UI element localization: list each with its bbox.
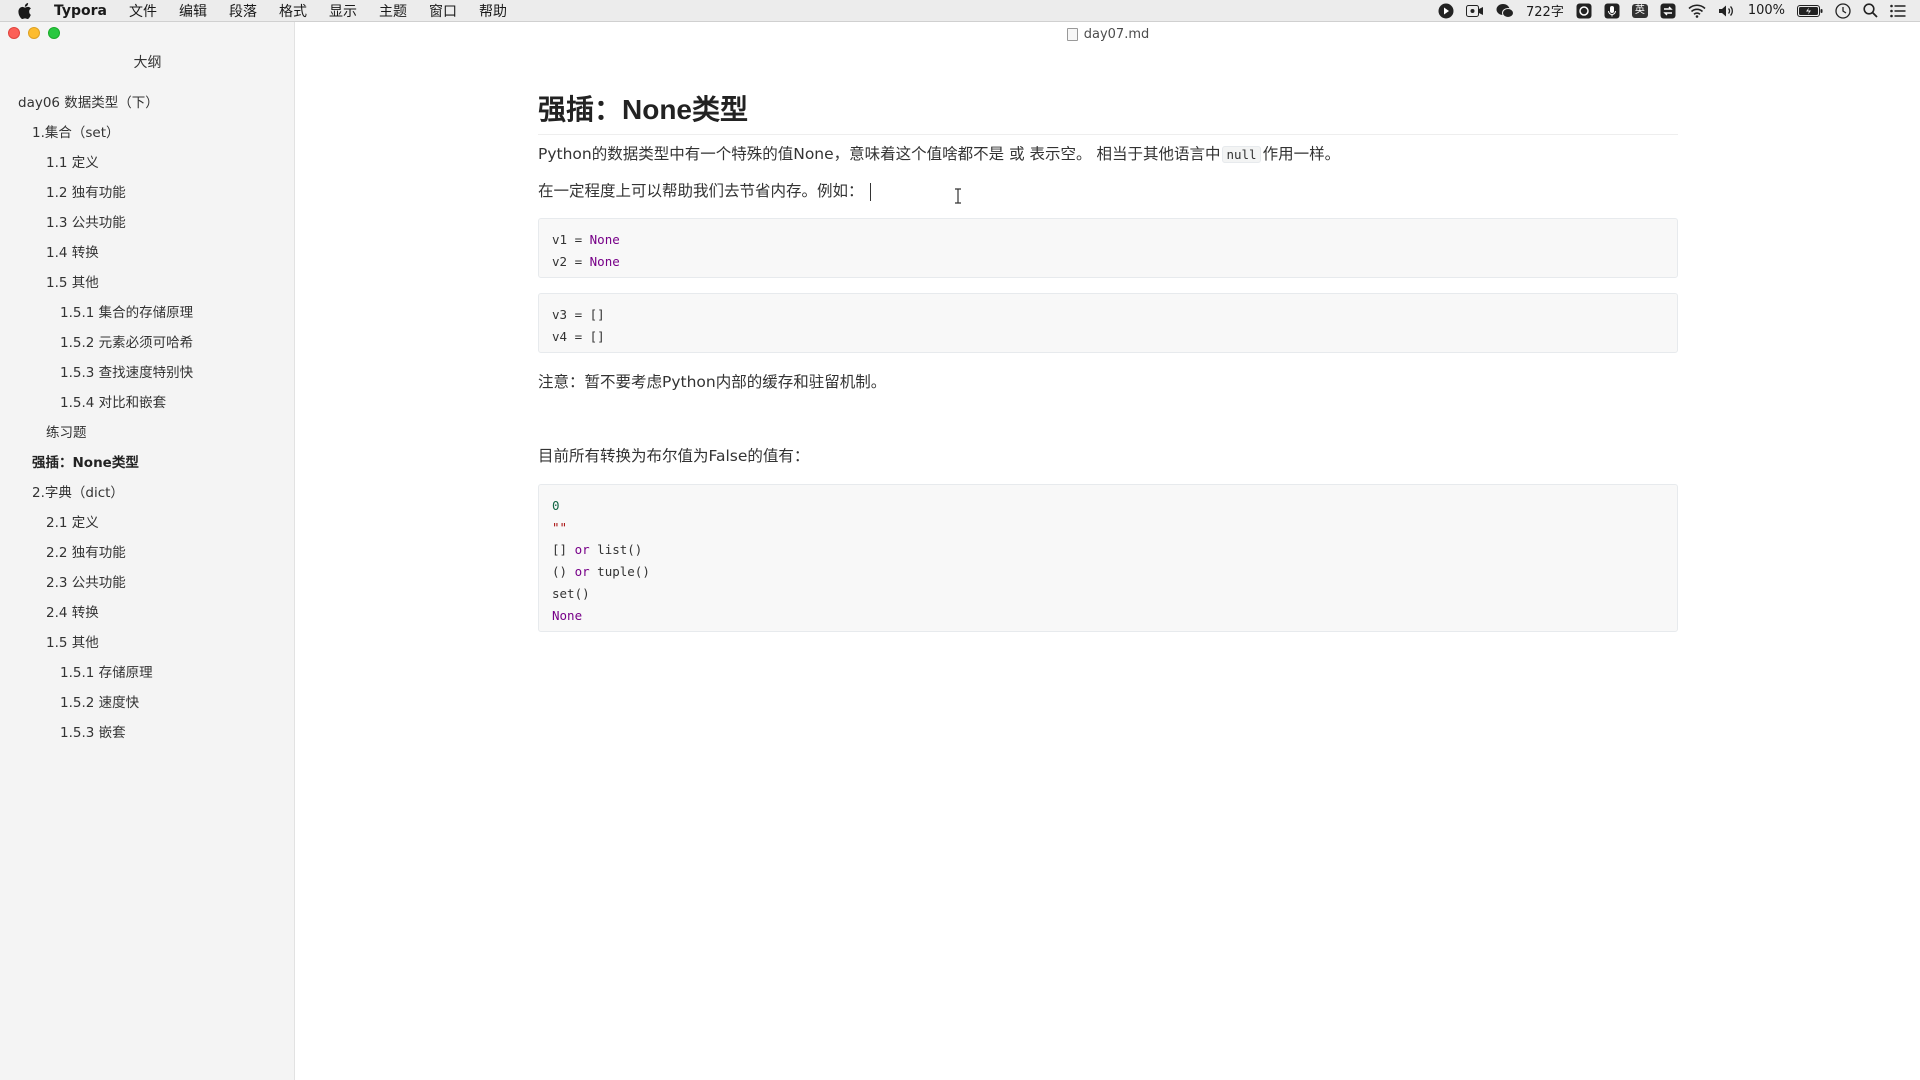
outline-sidebar: 大纲 day06 数据类型（下） 1.集合（set） 1.1 定义 1.2 独有… [0, 22, 295, 1080]
outline-item[interactable]: 1.5 其他 [0, 268, 295, 298]
menu-help[interactable]: 帮助 [479, 1, 507, 21]
close-window-button[interactable] [8, 27, 20, 39]
screen-record-icon[interactable] [1466, 4, 1484, 18]
outline-item[interactable]: 2.3 公共功能 [0, 568, 295, 598]
paragraph-text: 作用一样。 [1262, 145, 1341, 163]
document-icon [1066, 27, 1078, 41]
window-title: day07.md [1083, 26, 1150, 42]
menu-window[interactable]: 窗口 [429, 1, 457, 21]
paragraph-text: 在一定程度上可以帮助我们去节省内存。例如： [538, 182, 864, 200]
menu-format[interactable]: 格式 [279, 1, 307, 21]
code-text: v1 = [552, 232, 590, 247]
paragraph-text: Python的数据类型中有一个特殊的值None，意味着这个值啥都不是 或 表示空… [538, 145, 1221, 163]
microphone-icon[interactable] [1604, 3, 1620, 19]
outline-title: 大纲 [133, 55, 162, 71]
menu-paragraph[interactable]: 段落 [229, 1, 257, 21]
inline-code-null: null [1222, 146, 1261, 163]
wifi-icon[interactable] [1688, 4, 1706, 18]
outline-item[interactable]: 2.4 转换 [0, 598, 295, 628]
outline-item[interactable]: 1.5.4 对比和嵌套 [0, 388, 295, 418]
code-line: v4 = [] [552, 329, 605, 344]
menu-theme[interactable]: 主题 [379, 1, 407, 21]
code-keyword: None [589, 232, 620, 247]
outline-item[interactable]: 2.2 独有功能 [0, 538, 295, 568]
code-line: v3 = [] [552, 307, 605, 322]
window-controls [8, 27, 68, 39]
code-block-1[interactable]: v1 = None v2 = None [538, 218, 1678, 278]
notification-center-icon[interactable] [1890, 4, 1906, 18]
code-text: () [552, 564, 575, 579]
outline-item[interactable]: 1.集合（set） [0, 118, 295, 148]
minimize-window-button[interactable] [28, 27, 40, 39]
play-icon[interactable] [1438, 3, 1454, 19]
outline-item[interactable]: 1.5.1 集合的存储原理 [0, 298, 295, 328]
outline-item[interactable]: 1.2 独有功能 [0, 178, 295, 208]
spotlight-search-icon[interactable] [1863, 3, 1878, 18]
outline-item[interactable]: 1.5.3 查找速度特别快 [0, 358, 295, 388]
paragraph-false-values[interactable]: 目前所有转换为布尔值为False的值有： [538, 444, 809, 466]
code-line: None [552, 608, 583, 623]
outline-item[interactable]: 1.5.2 速度快 [0, 688, 295, 718]
outline-item[interactable]: 1.5.2 元素必须可哈希 [0, 328, 295, 358]
typora-window: 大纲 day06 数据类型（下） 1.集合（set） 1.1 定义 1.2 独有… [0, 22, 1920, 1080]
code-keyword: or [574, 564, 590, 579]
input-method-icon[interactable]: 英 [1631, 3, 1648, 18]
code-line: [] or list() [552, 539, 1664, 561]
code-keyword: None [589, 254, 620, 269]
code-line: "" [552, 520, 568, 535]
editor-area[interactable]: 强插：None类型 Python的数据类型中有一个特殊的值None，意味着这个值… [296, 46, 1920, 1080]
code-text: tuple() [589, 564, 650, 579]
code-line: v1 = None [552, 229, 1664, 251]
outline-item[interactable]: 1.5 其他 [0, 628, 295, 658]
menu-view[interactable]: 显示 [329, 1, 357, 21]
code-keyword: or [574, 542, 590, 557]
code-text: v2 = [552, 254, 590, 269]
wechat-icon[interactable] [1496, 3, 1514, 19]
outline-item[interactable]: 1.3 公共功能 [0, 208, 295, 238]
outline-item[interactable]: 1.5.3 嵌套 [0, 718, 295, 748]
battery-icon[interactable] [1797, 4, 1823, 17]
paragraph-note[interactable]: 注意：暂不要考虑Python内部的缓存和驻留机制。 [538, 370, 886, 392]
menu-file[interactable]: 文件 [129, 1, 157, 21]
status-area: 722字 英 100% [1426, 1, 1920, 20]
code-block-2[interactable]: v3 = [] v4 = [] [538, 293, 1678, 353]
clock-icon[interactable] [1835, 2, 1851, 19]
sync-icon[interactable] [1660, 3, 1676, 19]
paragraph-memory[interactable]: 在一定程度上可以帮助我们去节省内存。例如： [538, 179, 871, 201]
text-cursor-icon [955, 188, 961, 204]
outline-item-active[interactable]: 强插：None类型 [0, 448, 295, 478]
outline-item[interactable]: 1.4 转换 [0, 238, 295, 268]
code-line: v2 = None [552, 251, 1664, 273]
volume-icon[interactable] [1718, 4, 1736, 18]
text-caret [869, 182, 871, 201]
paragraph-none-intro[interactable]: Python的数据类型中有一个特殊的值None，意味着这个值啥都不是 或 表示空… [538, 142, 1340, 164]
menu-app-typora[interactable]: Typora [54, 3, 107, 19]
outline-list: day06 数据类型（下） 1.集合（set） 1.1 定义 1.2 独有功能 … [0, 88, 295, 748]
zoom-window-button[interactable] [48, 27, 60, 39]
outline-item[interactable]: 练习题 [0, 418, 295, 448]
input-method-label: 英 [1631, 3, 1648, 18]
menu-edit[interactable]: 编辑 [179, 1, 207, 21]
code-text: [] [552, 542, 575, 557]
word-count: 722字 [1526, 5, 1564, 20]
code-line: set() [552, 586, 590, 601]
battery-percent: 100% [1747, 3, 1785, 18]
outline-item[interactable]: 2.字典（dict） [0, 478, 295, 508]
code-text: list() [589, 542, 643, 557]
record-icon[interactable] [1576, 3, 1592, 19]
outline-item[interactable]: 1.5.1 存储原理 [0, 658, 295, 688]
outline-item[interactable]: 2.1 定义 [0, 508, 295, 538]
code-line: 0 [552, 498, 560, 513]
code-line: () or tuple() [552, 561, 1664, 583]
section-heading[interactable]: 强插：None类型 [538, 88, 1678, 135]
outline-item[interactable]: 1.1 定义 [0, 148, 295, 178]
apple-menu-icon[interactable] [18, 2, 38, 19]
macos-menubar: Typora 文件 编辑 段落 格式 显示 主题 窗口 帮助 722字 英 10… [0, 0, 1920, 22]
code-block-3[interactable]: 0 "" [] or list() () or tuple() set() No… [538, 484, 1678, 632]
window-titlebar: day07.md [296, 22, 1920, 46]
outline-item[interactable]: day06 数据类型（下） [0, 88, 295, 118]
